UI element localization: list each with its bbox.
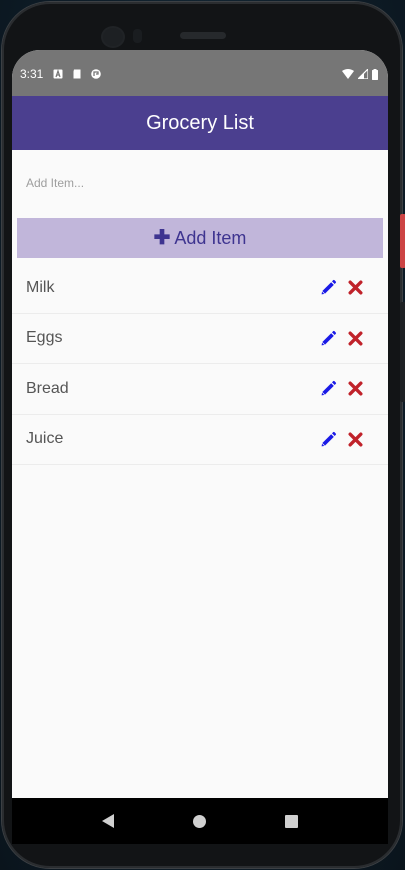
item-label: Juice	[26, 430, 64, 448]
item-label: Milk	[26, 278, 55, 296]
earpiece	[180, 32, 226, 39]
status-bar: 3:31	[12, 50, 388, 96]
page-title: Grocery List	[146, 111, 254, 134]
add-item-input[interactable]	[26, 175, 374, 190]
delete-icon[interactable]	[347, 431, 364, 448]
recents-icon[interactable]	[285, 814, 299, 828]
delete-icon[interactable]	[347, 330, 364, 347]
app-screen: 3:31 Grocery List ✚ Add Item Milk	[12, 50, 388, 836]
list-item[interactable]: Bread	[12, 364, 388, 415]
wifi-icon	[342, 69, 354, 79]
add-item-button[interactable]: ✚ Add Item	[17, 218, 383, 258]
delete-icon[interactable]	[347, 380, 364, 397]
item-label: Eggs	[26, 329, 63, 347]
sd-card-icon	[73, 69, 81, 79]
grocery-list: Milk Eggs Bread Juice	[12, 263, 388, 465]
delete-icon[interactable]	[347, 279, 364, 296]
back-icon[interactable]	[101, 814, 114, 828]
a-icon	[53, 69, 63, 79]
power-button	[400, 214, 405, 268]
system-nav-bar	[12, 798, 388, 844]
home-icon[interactable]	[192, 814, 206, 828]
plus-icon: ✚	[153, 227, 171, 249]
battery-icon	[372, 68, 378, 80]
front-camera	[103, 28, 123, 46]
app-bar: Grocery List	[12, 96, 388, 150]
item-label: Bread	[26, 379, 69, 397]
list-item[interactable]: Juice	[12, 415, 388, 465]
game-icon	[91, 69, 102, 79]
edit-icon[interactable]	[320, 380, 337, 397]
add-item-button-label: Add Item	[174, 227, 247, 248]
signal-icon	[358, 69, 368, 79]
list-item[interactable]: Milk	[12, 263, 388, 314]
edit-icon[interactable]	[320, 431, 337, 448]
edit-icon[interactable]	[320, 279, 337, 296]
add-item-row	[12, 150, 388, 215]
edit-icon[interactable]	[320, 330, 337, 347]
list-item[interactable]: Eggs	[12, 314, 388, 364]
proximity-sensor	[133, 29, 142, 43]
status-time: 3:31	[20, 67, 44, 81]
volume-button	[400, 302, 405, 402]
